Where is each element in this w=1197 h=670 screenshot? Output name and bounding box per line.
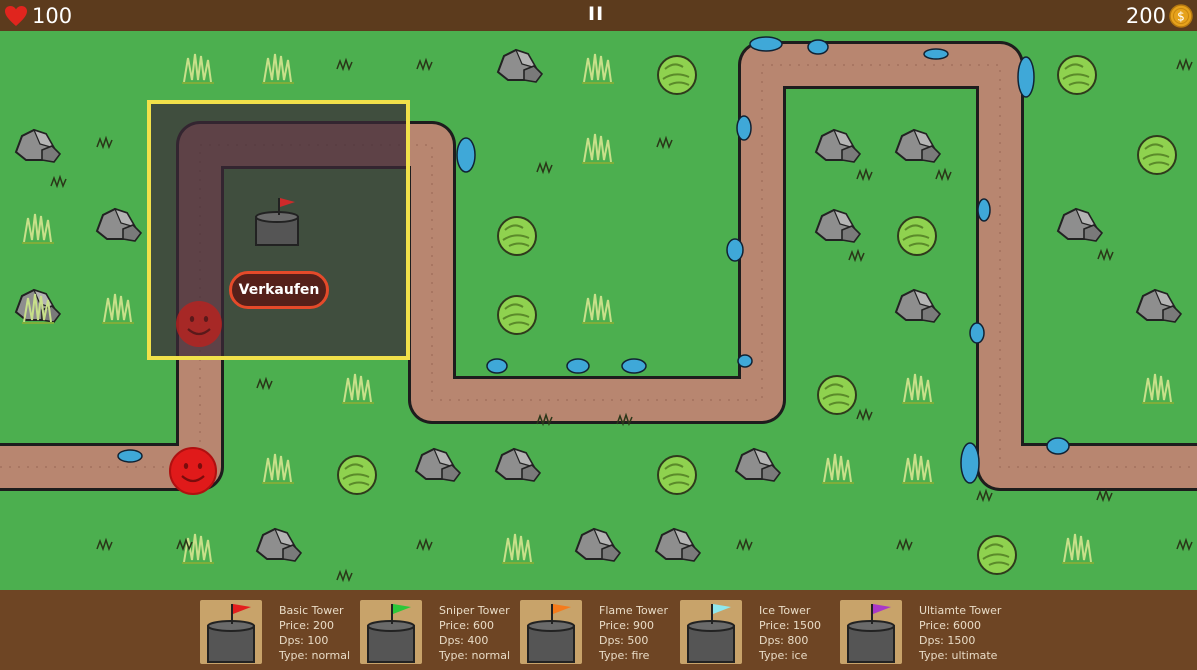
money-count: 200 xyxy=(1125,3,1166,28)
ice-tower-info: Ice Tower Price: 1500 Dps: 800 Type: ice xyxy=(759,603,821,663)
sniper-tower-icon xyxy=(367,604,415,663)
tower-type: Type: ice xyxy=(759,649,808,662)
sell-button[interactable]: Verkaufen xyxy=(229,271,329,309)
shop-item-basic-tower: Basic Tower Price: 200 Dps: 100 Type: no… xyxy=(200,600,360,664)
sniper-tower-info: Sniper Tower Price: 600 Dps: 400 Type: n… xyxy=(439,603,510,663)
lives-count: 100 xyxy=(32,3,73,28)
tower-type: Type: normal xyxy=(439,649,511,662)
tower-price: Price: 600 xyxy=(439,619,495,632)
basic-tower-icon xyxy=(207,604,255,663)
money-display: 200 $ xyxy=(1126,2,1193,29)
tower-shop: Basic Tower Price: 200 Dps: 100 Type: no… xyxy=(0,590,1197,670)
play-field[interactable]: Verkaufen xyxy=(0,31,1197,590)
tower-name: Basic Tower xyxy=(279,604,344,617)
tower-name: Ultiamte Tower xyxy=(919,604,1002,617)
tower-type: Type: normal xyxy=(279,649,351,662)
map-canvas xyxy=(0,31,1197,590)
shop-item-ice-tower: Ice Tower Price: 1500 Dps: 800 Type: ice xyxy=(680,600,840,664)
tower-dps: Dps: 400 xyxy=(439,634,489,647)
top-hud-bar: 100 II 200 $ xyxy=(0,0,1197,31)
buy-ultimate-tower-button[interactable] xyxy=(840,600,902,664)
tower-dps: Dps: 800 xyxy=(759,634,809,647)
flame-tower-icon xyxy=(527,604,575,663)
shop-item-flame-tower: Flame Tower Price: 900 Dps: 500 Type: fi… xyxy=(520,600,680,664)
flame-tower-info: Flame Tower Price: 900 Dps: 500 Type: fi… xyxy=(599,603,668,663)
heart-icon xyxy=(5,5,27,26)
tower-name: Ice Tower xyxy=(759,604,811,617)
enemy-smiley-behind-panel xyxy=(176,301,222,347)
buy-ice-tower-button[interactable] xyxy=(680,600,742,664)
tower-dps: Dps: 1500 xyxy=(919,634,976,647)
lives-display: 100 xyxy=(4,2,72,29)
ultimate-tower-info: Ultiamte Tower Price: 6000 Dps: 1500 Typ… xyxy=(919,603,1001,663)
buy-sniper-tower-button[interactable] xyxy=(360,600,422,664)
basic-tower-info: Basic Tower Price: 200 Dps: 100 Type: no… xyxy=(279,603,350,663)
shop-item-ultimate-tower: Ultiamte Tower Price: 6000 Dps: 1500 Typ… xyxy=(840,600,1001,664)
ultimate-tower-icon xyxy=(847,604,895,663)
tower-price: Price: 6000 xyxy=(919,619,982,632)
buy-flame-tower-button[interactable] xyxy=(520,600,582,664)
game-screen: 100 II 200 $ Verkaufen Basic Tower Price… xyxy=(0,0,1197,670)
coin-icon: $ xyxy=(1169,3,1193,28)
enemy-smiley xyxy=(169,447,217,495)
pause-button[interactable]: II xyxy=(588,3,604,25)
svg-text:$: $ xyxy=(1177,9,1185,23)
tower-price: Price: 1500 xyxy=(759,619,822,632)
tower-type: Type: fire xyxy=(599,649,650,662)
buy-basic-tower-button[interactable] xyxy=(200,600,262,664)
ice-tower-icon xyxy=(687,604,735,663)
tower-price: Price: 200 xyxy=(279,619,335,632)
tower-dps: Dps: 500 xyxy=(599,634,649,647)
shop-item-sniper-tower: Sniper Tower Price: 600 Dps: 400 Type: n… xyxy=(360,600,520,664)
tower-dps: Dps: 100 xyxy=(279,634,329,647)
tower-name: Sniper Tower xyxy=(439,604,510,617)
tower-price: Price: 900 xyxy=(599,619,655,632)
tower-name: Flame Tower xyxy=(599,604,668,617)
tower-type: Type: ultimate xyxy=(919,649,998,662)
